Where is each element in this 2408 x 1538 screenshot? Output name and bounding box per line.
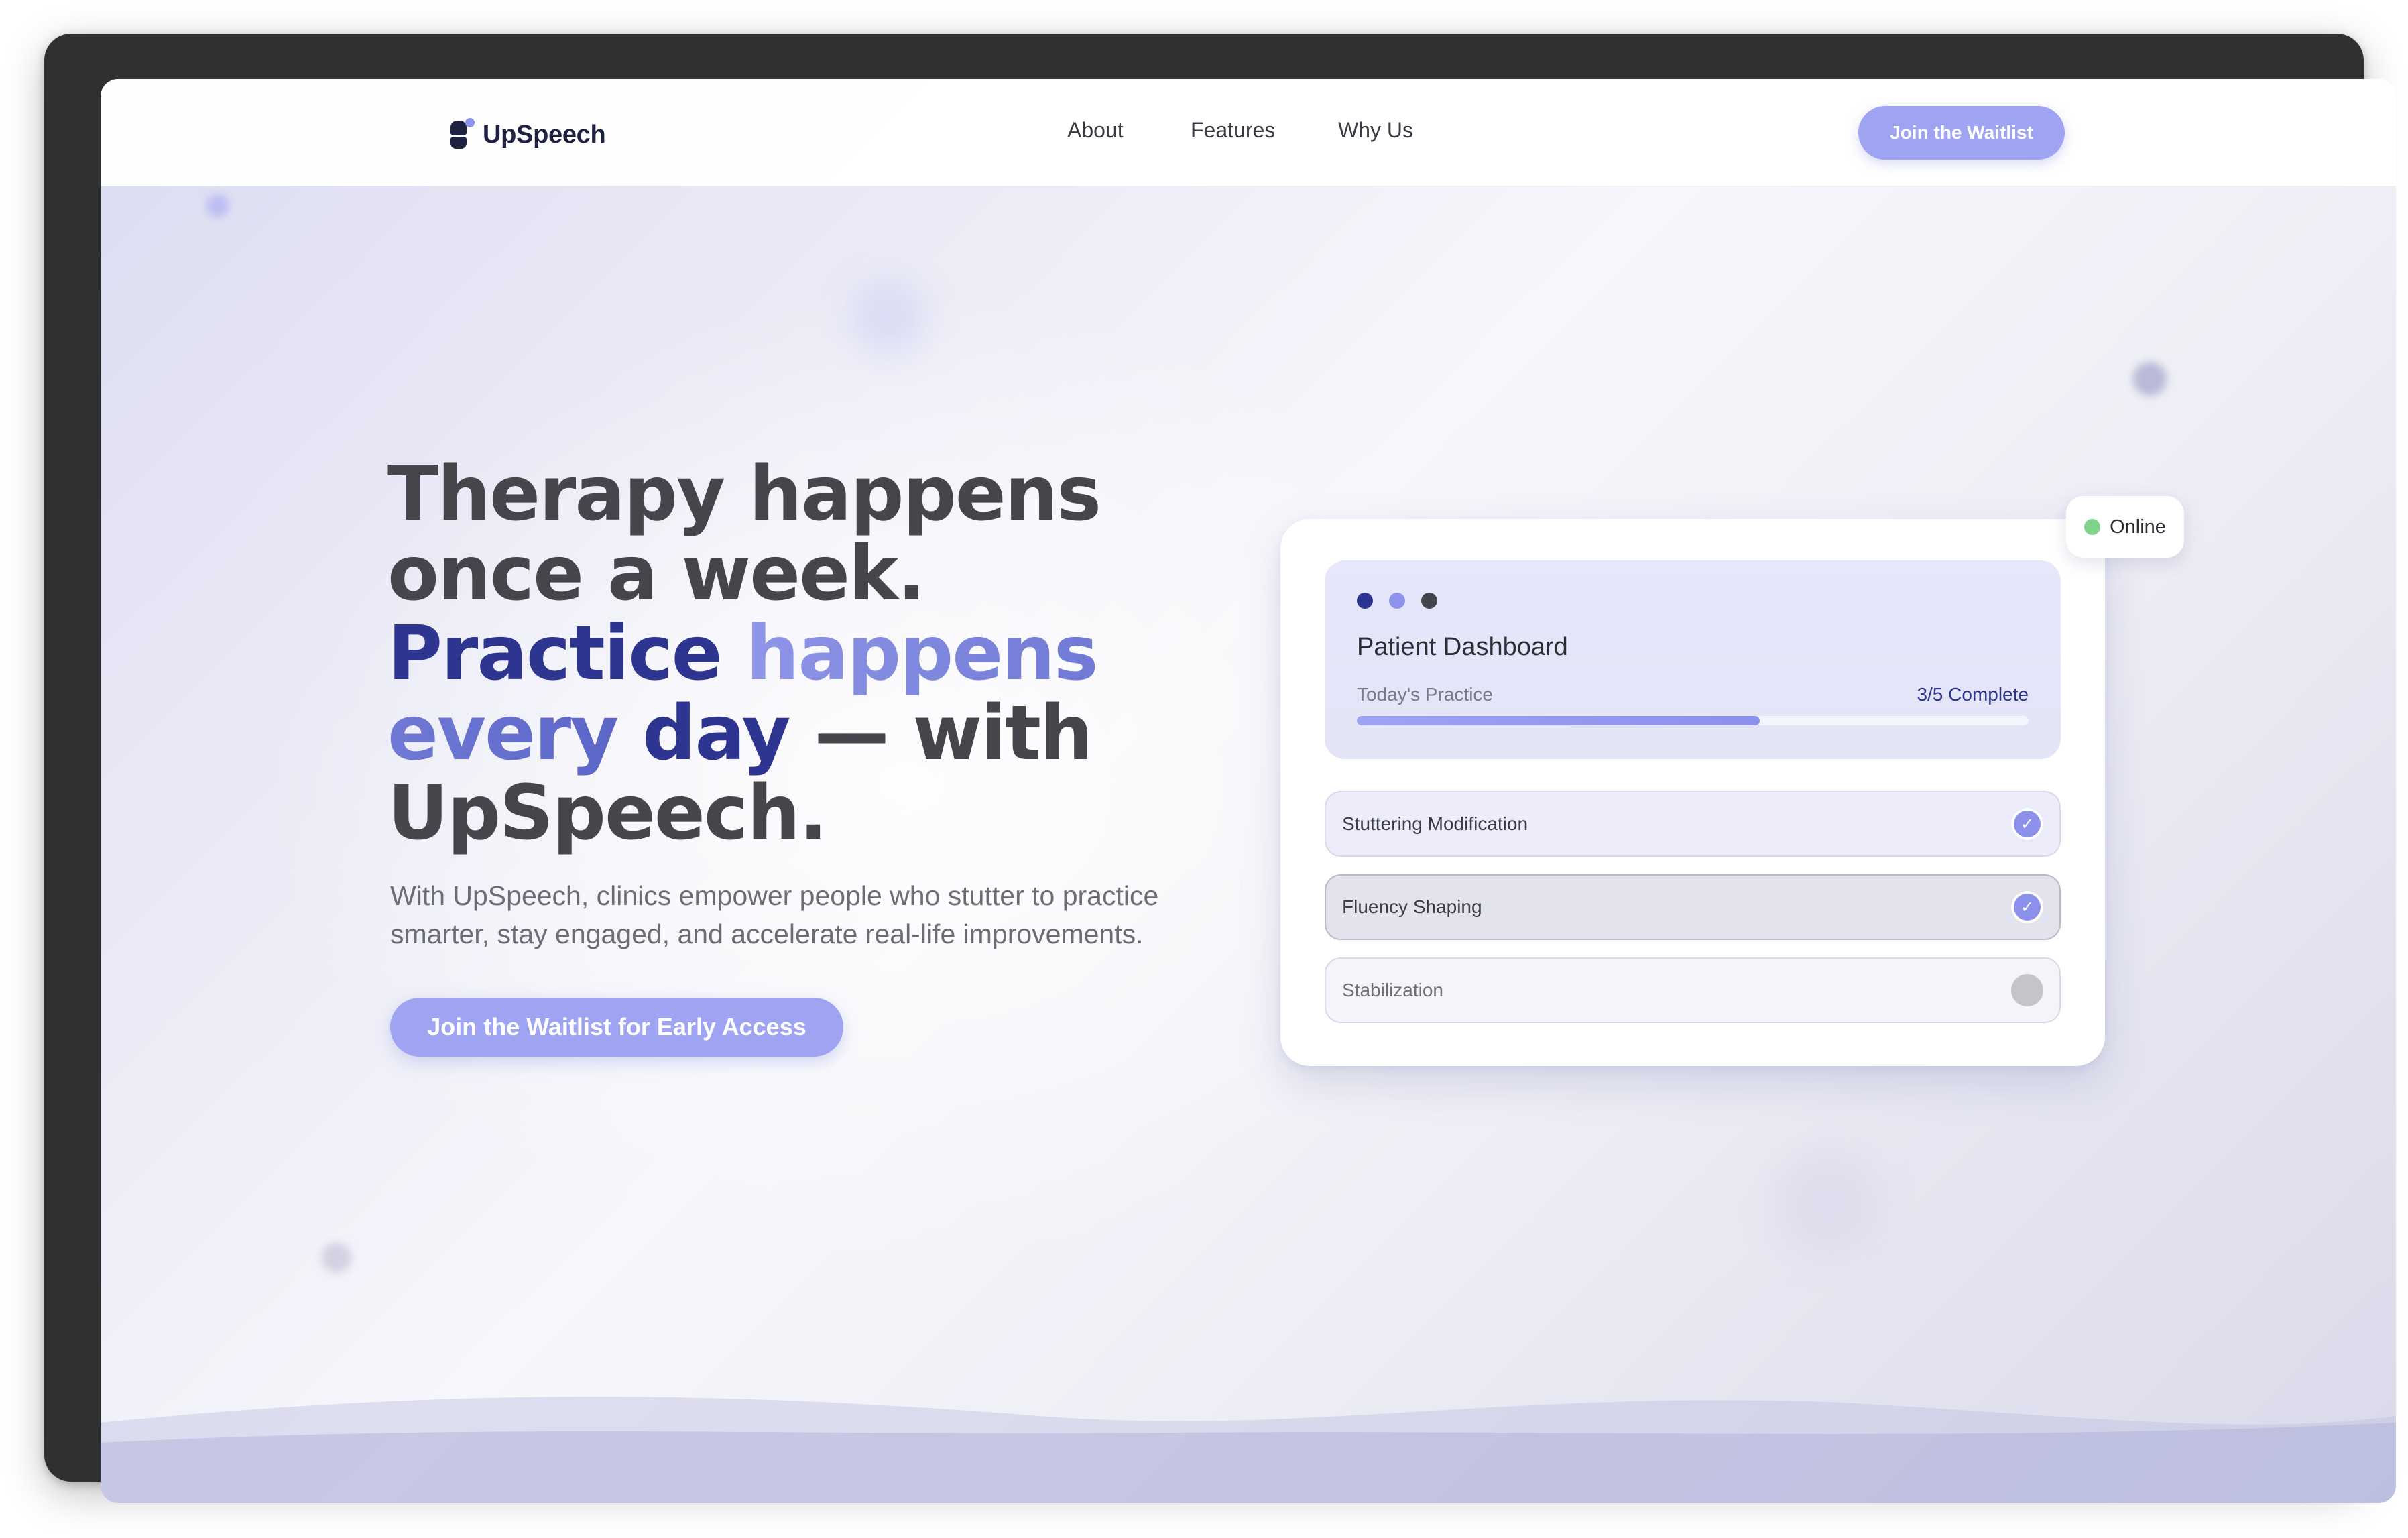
practice-progress-bar xyxy=(1357,716,2029,725)
decor-dot xyxy=(2133,362,2167,396)
top-navigation: UpSpeech About Features Why Us Join the … xyxy=(101,79,2396,186)
browser-viewport: UpSpeech About Features Why Us Join the … xyxy=(101,79,2396,1503)
device-frame: UpSpeech About Features Why Us Join the … xyxy=(44,34,2396,1503)
decor-dot xyxy=(206,194,229,217)
nav-link-features[interactable]: Features xyxy=(1191,118,1275,143)
task-label: Fluency Shaping xyxy=(1342,896,1482,917)
window-dot-icon xyxy=(1357,593,1373,609)
brand-logo[interactable]: UpSpeech xyxy=(450,118,606,152)
brand-name: UpSpeech xyxy=(483,120,606,149)
window-dot-icon xyxy=(1389,593,1405,609)
hero-title-day: day xyxy=(642,690,790,777)
join-waitlist-early-access-button[interactable]: Join the Waitlist for Early Access xyxy=(390,998,843,1057)
check-icon: ✓ xyxy=(2011,891,2043,923)
dashboard-preview-card: Patient Dashboard Today's Practice 3/5 C… xyxy=(1280,519,2105,1066)
task-row-stuttering-modification[interactable]: Stuttering Modification ✓ xyxy=(1325,791,2061,857)
nav-link-about[interactable]: About xyxy=(1067,118,1124,143)
task-label: Stabilization xyxy=(1342,980,1443,1000)
task-row-fluency-shaping[interactable]: Fluency Shaping ✓ xyxy=(1325,874,2061,940)
task-row-stabilization[interactable]: Stabilization xyxy=(1325,957,2061,1023)
window-dot-icon xyxy=(1421,593,1437,609)
check-icon: ✓ xyxy=(2011,808,2043,840)
decor-wave xyxy=(101,1397,2396,1503)
status-dot-icon xyxy=(2084,519,2101,535)
todays-practice-label: Today's Practice xyxy=(1357,684,1493,705)
dashboard-title: Patient Dashboard xyxy=(1357,633,1568,661)
progress-status-text: 3/5 Complete xyxy=(1917,684,2029,705)
nav-link-why-us[interactable]: Why Us xyxy=(1338,118,1413,143)
dashboard-header-panel: Patient Dashboard Today's Practice 3/5 C… xyxy=(1325,560,2061,759)
hero-subtitle: With UpSpeech, clinics empower people wh… xyxy=(390,880,1159,949)
speech-logo-icon xyxy=(450,118,475,152)
join-waitlist-button[interactable]: Join the Waitlist xyxy=(1858,106,2065,160)
task-label: Stuttering Modification xyxy=(1342,813,1528,834)
hero-title-practice: Practice xyxy=(387,610,723,697)
hero-title: Therapy happens once a week. Practice ha… xyxy=(387,455,1259,853)
online-status-text: Online xyxy=(2110,516,2166,538)
practice-progress-fill xyxy=(1357,716,1760,725)
decor-dot xyxy=(1777,1152,1877,1252)
hero-title-part: Therapy happens once a week. xyxy=(387,451,1101,617)
decor-dot xyxy=(851,280,925,354)
online-status-badge: Online xyxy=(2066,496,2184,558)
pending-circle-icon xyxy=(2011,974,2043,1006)
decor-dot xyxy=(322,1243,351,1273)
